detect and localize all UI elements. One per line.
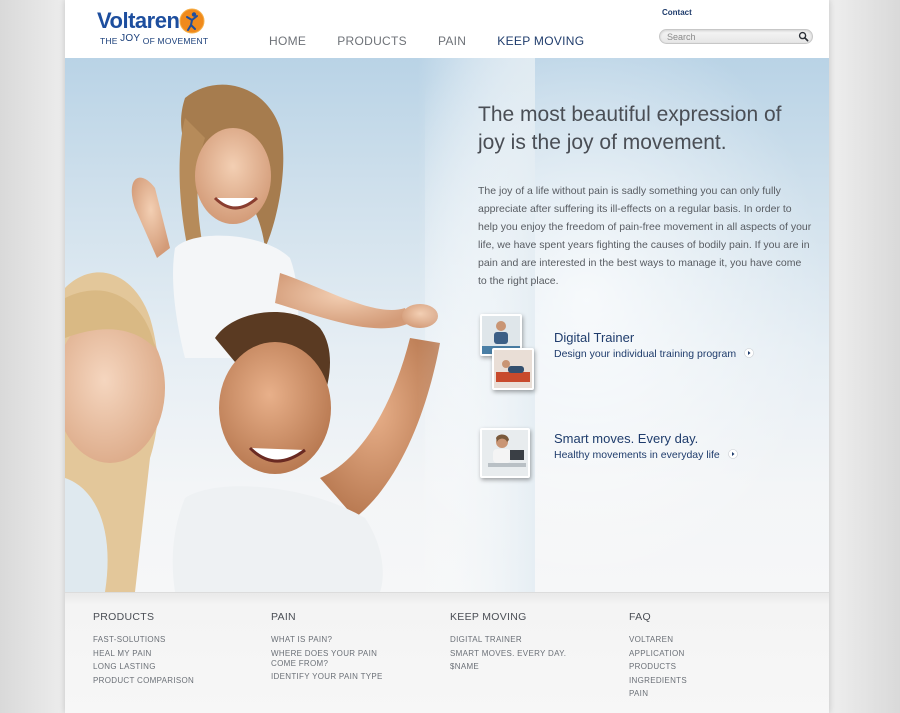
digital-trainer-link-text: Design your individual training program [554,348,737,360]
voltaren-logo[interactable]: Voltaren THE JOY OF MOVEMENT [97,6,209,48]
footer: PRODUCTS FAST-SOLUTIONS HEAL MY PAIN LON… [65,592,829,713]
exercise-mat-icon [494,350,532,388]
nav-keep-moving[interactable]: KEEP MOVING [497,34,584,50]
nav-products[interactable]: PRODUCTS [337,34,407,50]
footer-link[interactable]: VOLTAREN [629,635,761,645]
search-box [659,29,813,44]
footer-link[interactable]: PRODUCTS [629,662,761,672]
search-icon[interactable] [798,31,809,42]
smart-moves-link[interactable]: Healthy movements in everyday life [554,449,738,461]
digital-trainer-link[interactable]: Design your individual training program [554,348,754,360]
footer-link[interactable]: PRODUCT COMPARISON [93,676,225,686]
footer-heading[interactable]: PAIN [271,611,431,623]
smart-moves-thumb [480,428,530,478]
footer-link[interactable]: DIGITAL TRAINER [450,635,582,645]
logo-figure-icon [179,8,205,34]
footer-link[interactable]: APPLICATION [629,649,761,659]
arrow-right-icon [727,449,738,459]
hero-family-photo [65,58,535,592]
hero-section: The most beautiful expression of joy is … [65,58,829,592]
footer-column-faq: FAQ VOLTAREN APPLICATION PRODUCTS INGRED… [629,611,789,703]
footer-link[interactable]: SMART MOVES. EVERY DAY. [450,649,582,659]
footer-link[interactable]: WHERE DOES YOUR PAIN COME FROM? [271,649,403,669]
footer-heading[interactable]: PRODUCTS [93,611,253,623]
nav-home[interactable]: HOME [269,34,306,50]
footer-column-pain: PAIN WHAT IS PAIN? WHERE DOES YOUR PAIN … [271,611,431,686]
smart-moves-link-text: Healthy movements in everyday life [554,449,720,461]
tagline-joy: JOY [120,33,141,44]
footer-link[interactable]: INGREDIENTS [629,676,761,686]
hero-title: The most beautiful expression of joy is … [478,103,782,154]
arrow-right-icon [744,348,754,358]
main-nav: HOME PRODUCTS PAIN KEEP MOVING [269,34,615,50]
footer-link[interactable]: HEAL MY PAIN [93,649,225,659]
footer-column-keep-moving: KEEP MOVING DIGITAL TRAINER SMART MOVES.… [450,611,610,676]
footer-column-products: PRODUCTS FAST-SOLUTIONS HEAL MY PAIN LON… [93,611,253,689]
header: Voltaren THE JOY OF MOVEMENT HOME PRODUC… [65,0,829,58]
footer-link[interactable]: LONG LASTING [93,662,225,672]
tagline-of-movement: OF MOVEMENT [142,36,209,46]
digital-trainer-title[interactable]: Digital Trainer [554,330,634,345]
digital-trainer-thumb-2 [492,348,534,390]
hero-body-text: The joy of a life without pain is sadly … [478,185,812,287]
footer-link[interactable]: $NAME [450,662,582,672]
office-worker-icon [482,430,528,476]
tagline-the: THE [100,36,118,46]
footer-link[interactable]: FAST-SOLUTIONS [93,635,225,645]
footer-link[interactable]: WHAT IS PAIN? [271,635,403,645]
contact-link[interactable]: Contact [662,8,692,17]
nav-pain[interactable]: PAIN [438,34,466,50]
search-input[interactable] [667,31,789,43]
footer-link[interactable]: PAIN [629,689,761,699]
footer-heading[interactable]: KEEP MOVING [450,611,610,623]
footer-heading[interactable]: FAQ [629,611,789,623]
smart-moves-title[interactable]: Smart moves. Every day. [554,431,698,446]
site-container: Voltaren THE JOY OF MOVEMENT HOME PRODUC… [65,0,829,713]
logo-tagline: THE JOY OF MOVEMENT [100,33,220,47]
logo-wordmark: Voltaren [97,8,180,33]
footer-link[interactable]: IDENTIFY YOUR PAIN TYPE [271,672,403,682]
